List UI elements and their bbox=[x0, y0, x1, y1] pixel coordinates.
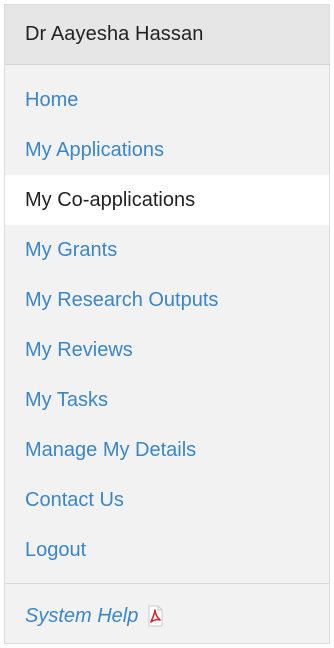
nav-item-my-tasks[interactable]: My Tasks bbox=[5, 375, 329, 425]
nav-item-my-applications[interactable]: My Applications bbox=[5, 125, 329, 175]
user-header: Dr Aayesha Hassan bbox=[5, 5, 329, 65]
nav-item-contact-us[interactable]: Contact Us bbox=[5, 475, 329, 525]
system-help-link[interactable]: System Help bbox=[25, 605, 138, 628]
nav-item-home[interactable]: Home bbox=[5, 75, 329, 125]
nav-item-my-co-applications[interactable]: My Co-applications bbox=[5, 175, 329, 225]
nav-item-my-reviews[interactable]: My Reviews bbox=[5, 325, 329, 375]
nav-item-my-research-outputs[interactable]: My Research Outputs bbox=[5, 275, 329, 325]
nav-item-logout[interactable]: Logout bbox=[5, 525, 329, 575]
nav-list: Home My Applications My Co-applications … bbox=[5, 75, 329, 575]
nav-item-manage-my-details[interactable]: Manage My Details bbox=[5, 425, 329, 475]
pdf-icon[interactable] bbox=[146, 605, 164, 627]
user-name: Dr Aayesha Hassan bbox=[25, 23, 204, 45]
nav-item-my-grants[interactable]: My Grants bbox=[5, 225, 329, 275]
help-section: System Help bbox=[5, 584, 329, 648]
side-menu: Dr Aayesha Hassan Home My Applications M… bbox=[4, 4, 330, 644]
